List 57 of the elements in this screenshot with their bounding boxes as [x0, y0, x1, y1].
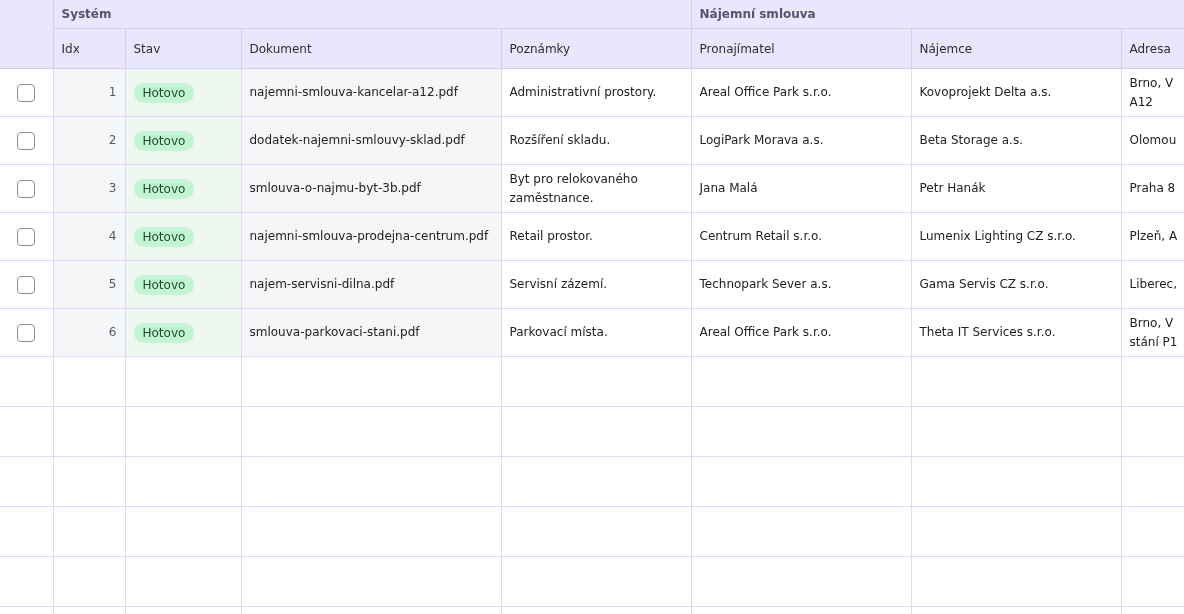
row-index: 6	[53, 308, 125, 357]
table-cell: Beta Storage a.s.	[911, 116, 1121, 165]
table-cell: Brno, V A12	[1121, 68, 1184, 117]
table-cell: Petr Hanák	[911, 164, 1121, 213]
table-cell: najemni-smlouva-prodejna-centrum.pdf	[241, 212, 501, 261]
status-badge: Hotovo	[133, 274, 195, 295]
table-cell: Kovoprojekt Delta a.s.	[911, 68, 1121, 117]
table-cell: smlouva-parkovaci-stani.pdf	[241, 308, 501, 357]
table-cell: Theta IT Services s.r.o.	[911, 308, 1121, 357]
table-cell: Lumenix Lighting CZ s.r.o.	[911, 212, 1121, 261]
row-index: 3	[53, 164, 125, 213]
column-group-header: Nájemní smlouva	[691, 0, 1184, 29]
table-cell: Olomou	[1121, 116, 1184, 165]
column-header[interactable]: Idx	[53, 28, 125, 69]
row-checkbox[interactable]	[17, 83, 35, 102]
row-index: 5	[53, 260, 125, 309]
row-checkbox[interactable]	[17, 131, 35, 150]
column-header[interactable]: Pronajímatel	[691, 28, 911, 69]
row-index: 1	[53, 68, 125, 117]
row-index: 2	[53, 116, 125, 165]
row-checkbox[interactable]	[17, 275, 35, 294]
table-cell: Centrum Retail s.r.o.	[691, 212, 911, 261]
status-badge: Hotovo	[133, 130, 195, 151]
table-cell: Areal Office Park s.r.o.	[691, 308, 911, 357]
column-header[interactable]: Stav	[125, 28, 241, 69]
table-cell: Jana Malá	[691, 164, 911, 213]
table-cell: Areal Office Park s.r.o.	[691, 68, 911, 117]
table-cell: Administrativní prostory.	[501, 68, 691, 117]
table-cell: Retail prostor.	[501, 212, 691, 261]
status-badge: Hotovo	[133, 322, 195, 343]
table-cell: Gama Servis CZ s.r.o.	[911, 260, 1121, 309]
table-cell: Liberec,	[1121, 260, 1184, 309]
table-cell: Brno, V stání P1	[1121, 308, 1184, 357]
row-index: 4	[53, 212, 125, 261]
column-group-header: Systém	[53, 0, 691, 29]
column-header[interactable]: Nájemce	[911, 28, 1121, 69]
table-cell: LogiPark Morava a.s.	[691, 116, 911, 165]
table-cell: najem-servisni-dilna.pdf	[241, 260, 501, 309]
table-cell: Praha 8	[1121, 164, 1184, 213]
table-cell: Servisní zázemí.	[501, 260, 691, 309]
table-cell: Plzeň, A	[1121, 212, 1184, 261]
table-cell: Byt pro relokovaného zaměstnance.	[501, 164, 691, 213]
table-cell: smlouva-o-najmu-byt-3b.pdf	[241, 164, 501, 213]
column-header[interactable]: Poznámky	[501, 28, 691, 69]
table-cell: Technopark Sever a.s.	[691, 260, 911, 309]
status-badge: Hotovo	[133, 82, 195, 103]
status-badge: Hotovo	[133, 178, 195, 199]
status-badge: Hotovo	[133, 226, 195, 247]
table-cell: dodatek-najemni-smlouvy-sklad.pdf	[241, 116, 501, 165]
table-cell: Parkovací místa.	[501, 308, 691, 357]
table-cell: najemni-smlouva-kancelar-a12.pdf	[241, 68, 501, 117]
column-header[interactable]: Adresa	[1121, 28, 1184, 69]
column-header[interactable]: Dokument	[241, 28, 501, 69]
table-cell: Rozšíření skladu.	[501, 116, 691, 165]
row-checkbox[interactable]	[17, 179, 35, 198]
row-checkbox[interactable]	[17, 227, 35, 246]
row-checkbox[interactable]	[17, 323, 35, 342]
